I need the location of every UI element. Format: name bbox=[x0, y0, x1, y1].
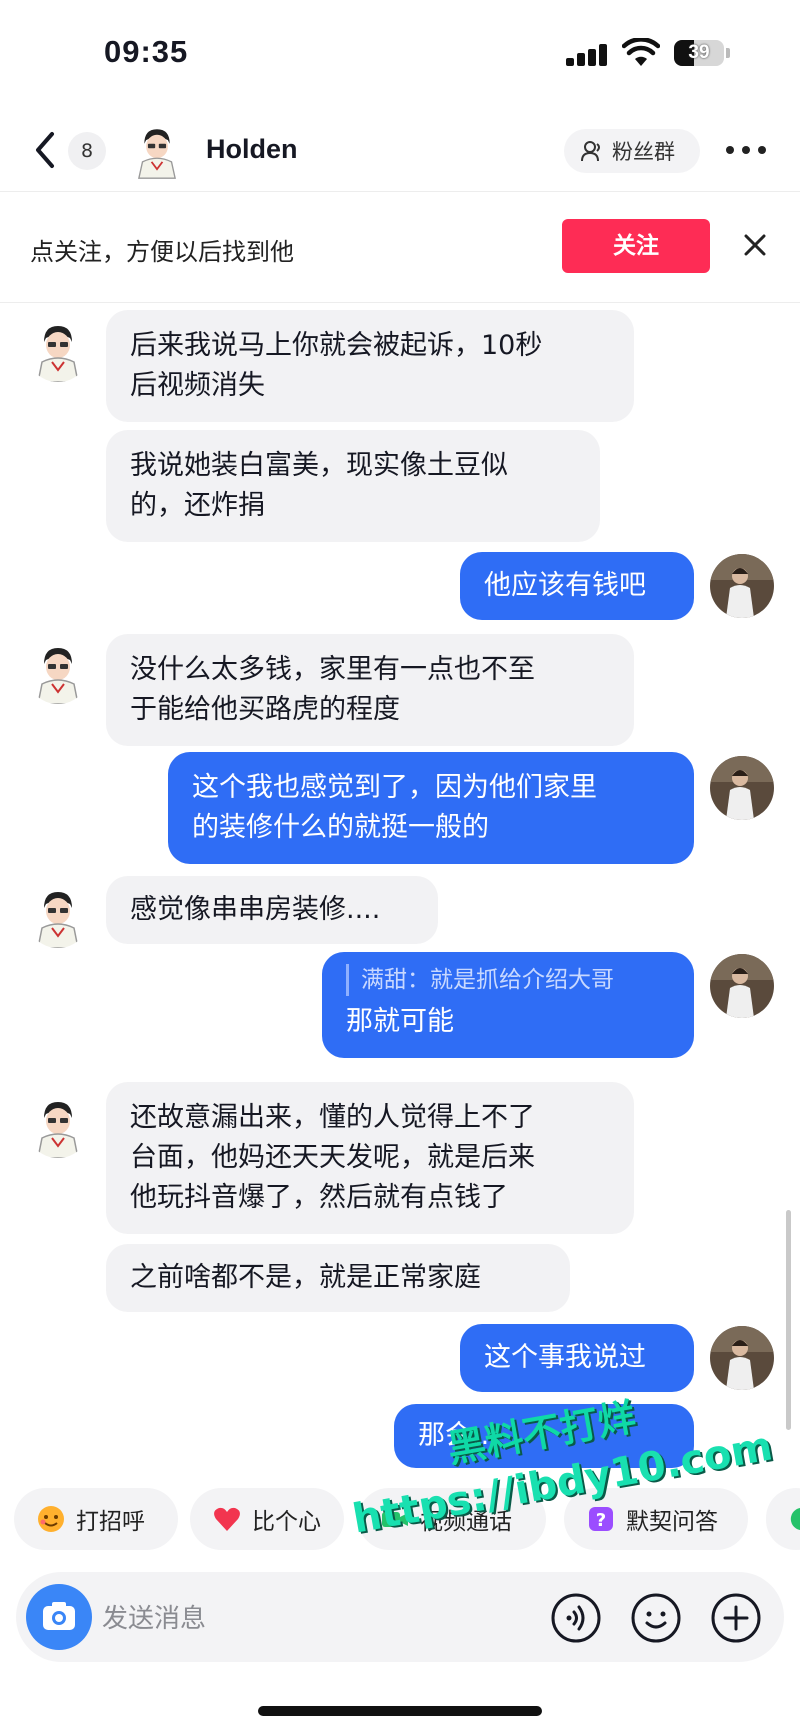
message-line: 的装修什么的就挺一般的 bbox=[192, 812, 489, 843]
message-line: 我说她装白富美，现实像土豆似 bbox=[130, 450, 508, 481]
battery-level: 39 bbox=[688, 42, 710, 63]
message-bubble-incoming[interactable]: 之前啥都不是，就是正常家庭 bbox=[106, 1244, 570, 1312]
message-line: 台面，他妈还天天发呢，就是后来 bbox=[130, 1142, 535, 1173]
message-bubble-incoming[interactable]: 我说她装白富美，现实像土豆似 的，还炸捐 bbox=[106, 430, 600, 542]
message-line: 还故意漏出来，懂的人觉得上不了 bbox=[130, 1102, 535, 1133]
fans-group-label: 粉丝群 bbox=[612, 140, 675, 164]
chat-header: 8 Holden 粉丝群 bbox=[0, 110, 800, 192]
battery-icon: 39 bbox=[674, 40, 724, 66]
quick-reply-chip[interactable]: 比个心 bbox=[190, 1488, 344, 1550]
fans-group-button[interactable]: 粉丝群 bbox=[564, 129, 700, 173]
message-line: 这个我也感觉到了，因为他们家里 bbox=[192, 772, 597, 803]
quick-reply-chip[interactable]: ? 默契问答 bbox=[564, 1488, 748, 1550]
quick-reply-label: 默契问答 bbox=[626, 1509, 718, 1535]
message-bubble-incoming[interactable]: 感觉像串串房装修.... bbox=[106, 876, 438, 944]
emoji-icon[interactable] bbox=[630, 1592, 682, 1644]
wifi-icon bbox=[622, 38, 660, 66]
self-message-avatar[interactable] bbox=[710, 756, 774, 820]
contact-avatar[interactable] bbox=[128, 122, 186, 180]
message-line: 他玩抖音爆了，然后就有点钱了 bbox=[130, 1182, 508, 1213]
self-message-avatar[interactable] bbox=[710, 954, 774, 1018]
chat-scrollbar[interactable] bbox=[786, 1210, 791, 1430]
quick-reply-label: 打招呼 bbox=[76, 1509, 145, 1535]
message-bubble-outgoing[interactable]: 这个事我说过 bbox=[460, 1324, 694, 1392]
add-icon[interactable] bbox=[710, 1592, 762, 1644]
message-bubble-outgoing[interactable]: 这个我也感觉到了，因为他们家里 的装修什么的就挺一般的 bbox=[168, 752, 694, 864]
home-indicator bbox=[258, 1706, 542, 1716]
message-line: 那就可能 bbox=[346, 1006, 454, 1037]
quick-reply-chip[interactable]: 打招呼 bbox=[14, 1488, 178, 1550]
contact-message-avatar[interactable] bbox=[26, 318, 90, 382]
message-bubble-outgoing[interactable]: 满甜：就是抓给介绍大哥 那就可能 bbox=[322, 952, 694, 1058]
message-bubble-outgoing[interactable]: 他应该有钱吧 bbox=[460, 552, 694, 620]
self-message-avatar[interactable] bbox=[710, 554, 774, 618]
svg-text:?: ? bbox=[596, 1510, 606, 1531]
heart-icon bbox=[214, 1507, 240, 1531]
signal-icon bbox=[566, 44, 608, 66]
quick-reply-chip[interactable]: 视频通话 bbox=[358, 1488, 546, 1550]
unread-count-badge[interactable]: 8 bbox=[68, 132, 106, 170]
close-icon[interactable] bbox=[740, 230, 770, 260]
message-bubble-incoming[interactable]: 没什么太多钱，家里有一点也不至 于能给他买路虎的程度 bbox=[106, 634, 634, 746]
contact-message-avatar[interactable] bbox=[26, 1094, 90, 1158]
back-arrow-icon[interactable] bbox=[30, 130, 60, 170]
self-message-avatar[interactable] bbox=[710, 1326, 774, 1390]
video-call-icon bbox=[382, 1512, 408, 1527]
message-line: 这个事我说过 bbox=[484, 1342, 646, 1373]
message-line: 后视频消失 bbox=[130, 370, 265, 401]
message-line: 后来我说马上你就会被起诉，10秒 bbox=[130, 330, 543, 361]
quick-reply-label: 视频通话 bbox=[420, 1509, 512, 1535]
contact-message-avatar[interactable] bbox=[26, 884, 90, 948]
contact-message-avatar[interactable] bbox=[26, 640, 90, 704]
camera-button[interactable] bbox=[26, 1584, 92, 1650]
quick-reply-chip-partial[interactable] bbox=[766, 1488, 800, 1550]
message-input[interactable]: 发送消息 bbox=[102, 1598, 206, 1635]
contact-name[interactable]: Holden bbox=[206, 134, 298, 165]
message-line: 的，还炸捐 bbox=[130, 490, 265, 521]
message-line: 于能给他买路虎的程度 bbox=[130, 694, 400, 725]
message-bubble-outgoing[interactable]: 那会... bbox=[394, 1404, 694, 1468]
message-bubble-incoming[interactable]: 还故意漏出来，懂的人觉得上不了 台面，他妈还天天发呢，就是后来 他玩抖音爆了，然… bbox=[106, 1082, 634, 1234]
message-line: 那会... bbox=[418, 1420, 498, 1451]
camera-icon bbox=[43, 1602, 75, 1630]
status-bar: 09:35 39 bbox=[0, 0, 800, 110]
message-line: 之前啥都不是，就是正常家庭 bbox=[130, 1262, 481, 1293]
banner-divider bbox=[0, 302, 800, 303]
voice-icon[interactable] bbox=[550, 1592, 602, 1644]
more-quick-reply-icon bbox=[790, 1507, 800, 1531]
message-line: 他应该有钱吧 bbox=[484, 570, 646, 601]
quick-reply-label: 比个心 bbox=[252, 1509, 321, 1535]
message-line: 感觉像串串房装修.... bbox=[130, 894, 381, 925]
wave-icon bbox=[38, 1506, 64, 1532]
message-input-bar: 发送消息 bbox=[16, 1572, 784, 1662]
group-icon bbox=[581, 141, 600, 162]
follow-prompt-text: 点关注，方便以后找到他 bbox=[30, 238, 294, 266]
quick-reply-bar: 打招呼 比个心 视频通话 ? 默契问答 bbox=[0, 1488, 800, 1556]
quoted-message[interactable]: 满甜：就是抓给介绍大哥 bbox=[346, 964, 670, 996]
follow-button[interactable]: 关注 bbox=[562, 219, 710, 273]
more-options-icon[interactable] bbox=[726, 146, 766, 156]
message-bubble-incoming[interactable]: 后来我说马上你就会被起诉，10秒 后视频消失 bbox=[106, 310, 634, 422]
status-time: 09:35 bbox=[104, 34, 189, 69]
follow-banner: 点关注，方便以后找到他 关注 bbox=[0, 192, 800, 302]
message-line: 没什么太多钱，家里有一点也不至 bbox=[130, 654, 535, 685]
quiz-icon: ? bbox=[589, 1507, 613, 1531]
